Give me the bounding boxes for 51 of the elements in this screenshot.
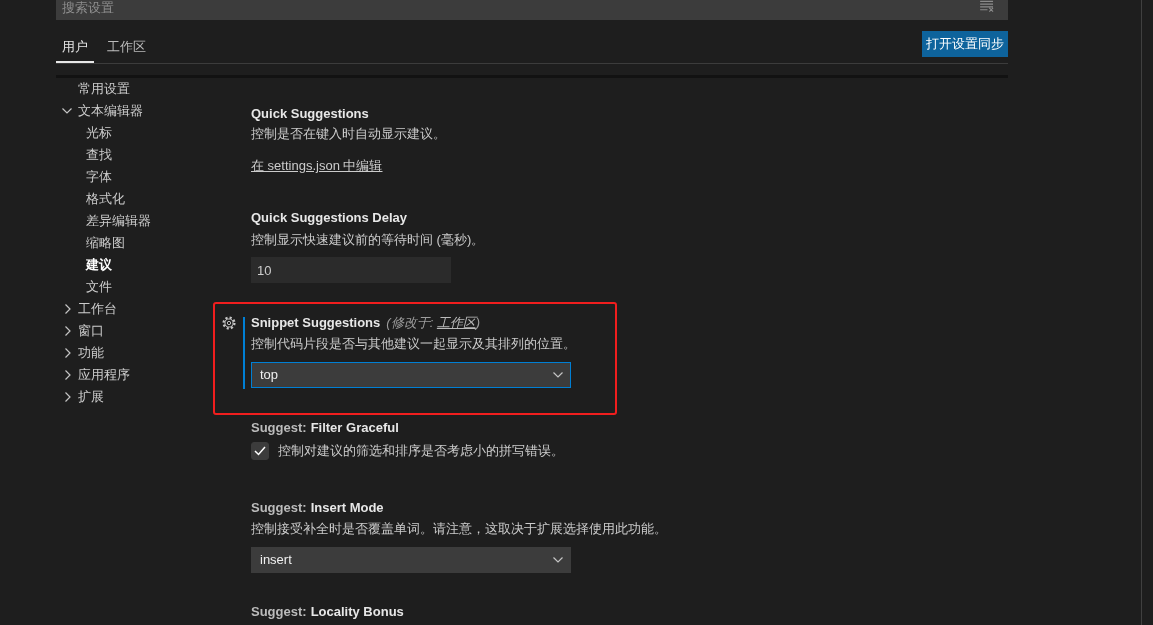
- toc-item[interactable]: 差异编辑器: [56, 210, 213, 232]
- chevron-right-icon[interactable]: [65, 326, 71, 336]
- chevron-right-icon[interactable]: [65, 348, 71, 358]
- settings-gear-icon[interactable]: [222, 316, 236, 330]
- toc-item[interactable]: 光标: [56, 122, 213, 144]
- setting-category: Suggest:: [251, 419, 307, 437]
- toc-item[interactable]: 扩展: [56, 386, 213, 408]
- settings-tab[interactable]: 用户: [56, 37, 94, 63]
- checkbox[interactable]: [251, 442, 269, 460]
- settings-tab[interactable]: 工作区: [101, 37, 152, 63]
- setting-title: Snippet Suggestions: [251, 314, 381, 332]
- toc-item[interactable]: 格式化: [56, 188, 213, 210]
- setting-description: 控制显示快速建议前的等待时间 (毫秒)。: [251, 231, 485, 249]
- setting-description: 控制接受补全时是否覆盖单词。请注意，这取决于扩展选择使用此功能。: [251, 520, 667, 538]
- toc-item[interactable]: 窗口: [56, 320, 213, 342]
- dropdown-select[interactable]: top: [251, 362, 571, 388]
- setting-description: 控制代码片段是否与其他建议一起显示及其排列的位置。: [251, 335, 576, 353]
- toc-item[interactable]: 常用设置: [56, 78, 213, 100]
- setting-description: 控制对建议的筛选和排序是否考虑小的拼写错误。: [278, 442, 564, 460]
- modified-note: (修改于: 工作区): [386, 314, 481, 332]
- toc-item[interactable]: 字体: [56, 166, 213, 188]
- setting-category: Suggest:: [251, 499, 307, 517]
- chevron-down-icon[interactable]: [553, 372, 563, 378]
- chevron-right-icon[interactable]: [65, 370, 71, 380]
- setting-title: Quick Suggestions Delay: [251, 209, 408, 227]
- toc-item[interactable]: 建议: [56, 254, 213, 276]
- toc-item[interactable]: 工作台: [56, 298, 213, 320]
- chevron-right-icon[interactable]: [65, 304, 71, 314]
- setting-category: Suggest:: [251, 603, 307, 621]
- toc-item[interactable]: 文本编辑器: [56, 100, 213, 122]
- toc-item[interactable]: 功能: [56, 342, 213, 364]
- toc-item[interactable]: 应用程序: [56, 364, 213, 386]
- number-input[interactable]: 10: [251, 257, 451, 283]
- toc-item[interactable]: 缩略图: [56, 232, 213, 254]
- setting-title: Locality Bonus: [310, 603, 404, 621]
- checkmark-icon: [254, 446, 266, 456]
- setting-title: Filter Graceful: [310, 419, 399, 437]
- dropdown-select[interactable]: insert: [251, 547, 571, 573]
- setting-title: Quick Suggestions: [251, 105, 369, 123]
- edit-settings-link[interactable]: 在 settings.json 中编辑: [251, 156, 383, 176]
- setting-description: 控制是否在键入时自动显示建议。: [251, 125, 446, 143]
- chevron-right-icon[interactable]: [65, 392, 71, 402]
- setting-title: Insert Mode: [310, 499, 384, 517]
- clear-filter-icon[interactable]: [980, 0, 995, 12]
- search-field[interactable]: 搜索设置: [56, 0, 1008, 20]
- chevron-down-icon[interactable]: [553, 557, 563, 563]
- toc-item[interactable]: 文件: [56, 276, 213, 298]
- scope-link[interactable]: 工作区: [436, 315, 476, 330]
- toc-item[interactable]: 查找: [56, 144, 213, 166]
- chevron-down-icon[interactable]: [62, 108, 72, 114]
- sync-settings-button[interactable]: 打开设置同步: [922, 31, 1008, 57]
